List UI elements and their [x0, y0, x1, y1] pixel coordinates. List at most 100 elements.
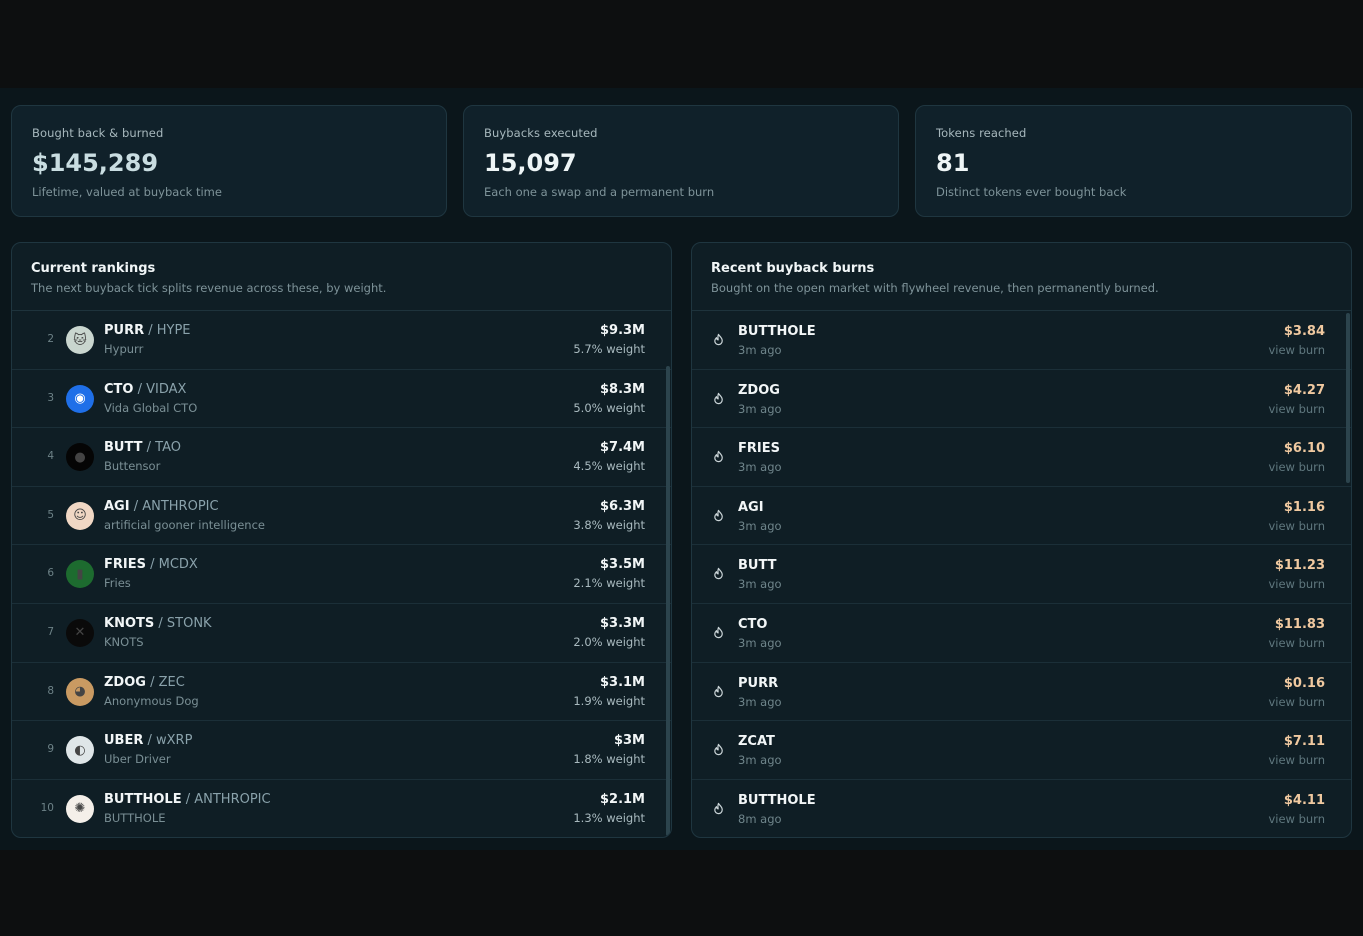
view-burn-link[interactable]: view burn: [1268, 636, 1325, 650]
ranking-row[interactable]: 4 ● BUTT / TAO Buttensor $7.4M 4.5% weight: [12, 428, 671, 487]
token-name[interactable]: BUTTHOLE / ANTHROPIC: [104, 792, 271, 807]
token-name[interactable]: ZDOG / ZEC: [104, 675, 185, 690]
token-description: Hypurr: [104, 342, 144, 356]
ranking-weight: 2.0% weight: [573, 634, 645, 649]
burn-row[interactable]: BUTT 3m ago $11.23 view burn: [692, 545, 1351, 604]
burn-token: PURR: [738, 675, 779, 691]
ranking-row[interactable]: 5 ☺ AGI / ANTHROPIC artificial gooner intel…: [12, 487, 671, 546]
token-pair: / ANTHROPIC: [129, 498, 219, 514]
burns-list[interactable]: BUTTHOLE 3m ago $3.84 view burn ZDOG 3m ago $4…: [692, 311, 1351, 837]
burn-amount: $7.11: [1283, 734, 1325, 750]
burn-row[interactable]: AGI 3m ago $1.16 view burn: [692, 487, 1351, 546]
token-name[interactable]: FRIES / MCDX: [104, 557, 198, 572]
view-burn-link[interactable]: view burn: [1268, 519, 1325, 533]
ranking-weight: 5.0% weight: [573, 400, 645, 415]
view-burn-link[interactable]: view burn: [1268, 577, 1325, 591]
ranking-row[interactable]: 3 ◉ CTO / VIDAX Vida Global CTO $8.3M 5.0% we…: [12, 370, 671, 429]
flame-icon: [714, 392, 723, 404]
ranking-value: $3M: [613, 733, 645, 749]
stat-subtext: Distinct tokens ever bought back: [936, 185, 1127, 199]
flame-icon: [714, 743, 723, 756]
burn-time: 3m ago: [738, 518, 782, 533]
driver-icon: ◐: [66, 736, 94, 765]
flame-icon: [714, 685, 723, 697]
view-burn-link[interactable]: view burn: [1268, 402, 1325, 416]
view-burn-link[interactable]: view burn: [1268, 812, 1325, 826]
token-pair: / STONK: [154, 615, 212, 631]
token-symbol: BUTT: [104, 440, 143, 456]
burn-time: 8m ago: [738, 811, 782, 826]
token-name[interactable]: UBER / wXRP: [104, 733, 192, 748]
token-pair: / wXRP: [143, 733, 193, 749]
dog-icon: ◕: [66, 677, 94, 706]
ranking-value: $7.4M: [599, 440, 645, 456]
burns-panel: Recent buyback burns Bought on the open …: [691, 242, 1352, 838]
ranking-weight: 4.5% weight: [573, 459, 645, 474]
token-name[interactable]: BUTT / TAO: [104, 440, 181, 455]
rank-number: 8: [47, 684, 54, 697]
flame-icon: [714, 802, 723, 814]
flame-icon: [714, 568, 723, 580]
token-pair: / HYPE: [144, 323, 191, 338]
burn-time: 3m ago: [738, 401, 782, 416]
burns-scrollbar[interactable]: [1346, 313, 1350, 483]
burn-row[interactable]: CTO 3m ago $11.83 view burn: [692, 604, 1351, 663]
ranking-row[interactable]: 8 ◕ ZDOG / ZEC Anonymous Dog $3.1M 1.9% weigh…: [12, 663, 671, 722]
rank-number: 2: [47, 333, 54, 345]
burn-amount: $11.23: [1274, 558, 1325, 574]
burn-token: ZCAT: [738, 734, 775, 750]
ranking-weight: 1.8% weight: [573, 752, 645, 767]
ranking-value: $3.1M: [599, 674, 645, 690]
view-burn-link[interactable]: view burn: [1268, 460, 1325, 474]
stat-value: 81: [936, 149, 970, 177]
ranking-value: $3.3M: [599, 615, 645, 631]
ranking-row[interactable]: 7 ✕ KNOTS / STONK KNOTS $3.3M 2.0% weight: [12, 604, 671, 663]
stat-subtext: Each one a swap and a permanent burn: [484, 185, 715, 199]
ranking-value: $9.3M: [599, 323, 645, 338]
view-burn-link[interactable]: view burn: [1268, 343, 1325, 357]
flame-icon: [714, 450, 723, 463]
starburst-icon: ✺: [66, 794, 94, 823]
stat-label: Bought back & burned: [32, 126, 164, 140]
panel-title: Recent buyback burns: [711, 261, 875, 276]
flame-icon: [714, 333, 723, 346]
token-description: Anonymous Dog: [104, 693, 199, 708]
view-burn-link[interactable]: view burn: [1268, 753, 1325, 767]
burn-row[interactable]: ZCAT 3m ago $7.11 view burn: [692, 721, 1351, 780]
view-burn-link[interactable]: view burn: [1268, 695, 1325, 709]
token-pair: / VIDAX: [133, 381, 187, 397]
token-name[interactable]: KNOTS / STONK: [104, 616, 212, 631]
ranking-row[interactable]: 10 ✺ BUTTHOLE / ANTHROPIC BUTTHOLE $2.1M 1.3%…: [12, 780, 671, 837]
burn-row[interactable]: BUTTHOLE 3m ago $3.84 view burn: [692, 311, 1351, 370]
burn-row[interactable]: FRIES 3m ago $6.10 view burn: [692, 428, 1351, 487]
token-description: KNOTS: [104, 634, 144, 649]
burn-time: 3m ago: [738, 343, 782, 357]
burn-amount: $0.16: [1283, 675, 1325, 691]
ranking-row[interactable]: 9 ◐ UBER / wXRP Uber Driver $3M 1.8% weight: [12, 721, 671, 780]
burn-row[interactable]: PURR 3m ago $0.16 view burn: [692, 663, 1351, 722]
panel-title: Current rankings: [31, 261, 156, 276]
token-name[interactable]: CTO / VIDAX: [104, 382, 186, 397]
rankings-scrollbar[interactable]: [666, 366, 670, 836]
burn-amount: $1.16: [1283, 499, 1325, 515]
ranking-row[interactable]: 2 🐱 PURR / HYPE Hypurr $9.3M 5.7% weight: [12, 311, 671, 370]
flame-icon: [714, 626, 723, 639]
token-name[interactable]: AGI / ANTHROPIC: [104, 499, 219, 514]
burn-row[interactable]: ZDOG 3m ago $4.27 view burn: [692, 370, 1351, 429]
rankings-list[interactable]: 2 🐱 PURR / HYPE Hypurr $9.3M 5.7% weight 3 ◉ CTO…: [12, 311, 671, 837]
rankings-header: Current rankings The next buyback tick s…: [12, 243, 671, 311]
burn-time: 3m ago: [738, 753, 782, 768]
flame-icon: [714, 509, 723, 521]
burn-amount: $6.10: [1283, 441, 1325, 457]
burn-amount: $4.27: [1283, 382, 1325, 398]
token-name[interactable]: PURR / HYPE: [104, 323, 191, 338]
ranking-weight: 1.9% weight: [573, 693, 645, 708]
stat-card-burned: Bought back & burned $145,289 Lifetime, …: [11, 105, 447, 217]
token-symbol: BUTTHOLE: [104, 791, 182, 807]
burn-row[interactable]: BUTTHOLE 8m ago $4.11 view burn: [692, 780, 1351, 837]
token-symbol: KNOTS: [104, 615, 155, 631]
panel-subtitle: The next buyback tick splits revenue acr…: [31, 281, 387, 295]
token-symbol: UBER: [104, 733, 144, 749]
ranking-row[interactable]: 6 ▮ FRIES / MCDX Fries $3.5M 2.1% weight: [12, 545, 671, 604]
token-description: Vida Global CTO: [104, 400, 198, 415]
